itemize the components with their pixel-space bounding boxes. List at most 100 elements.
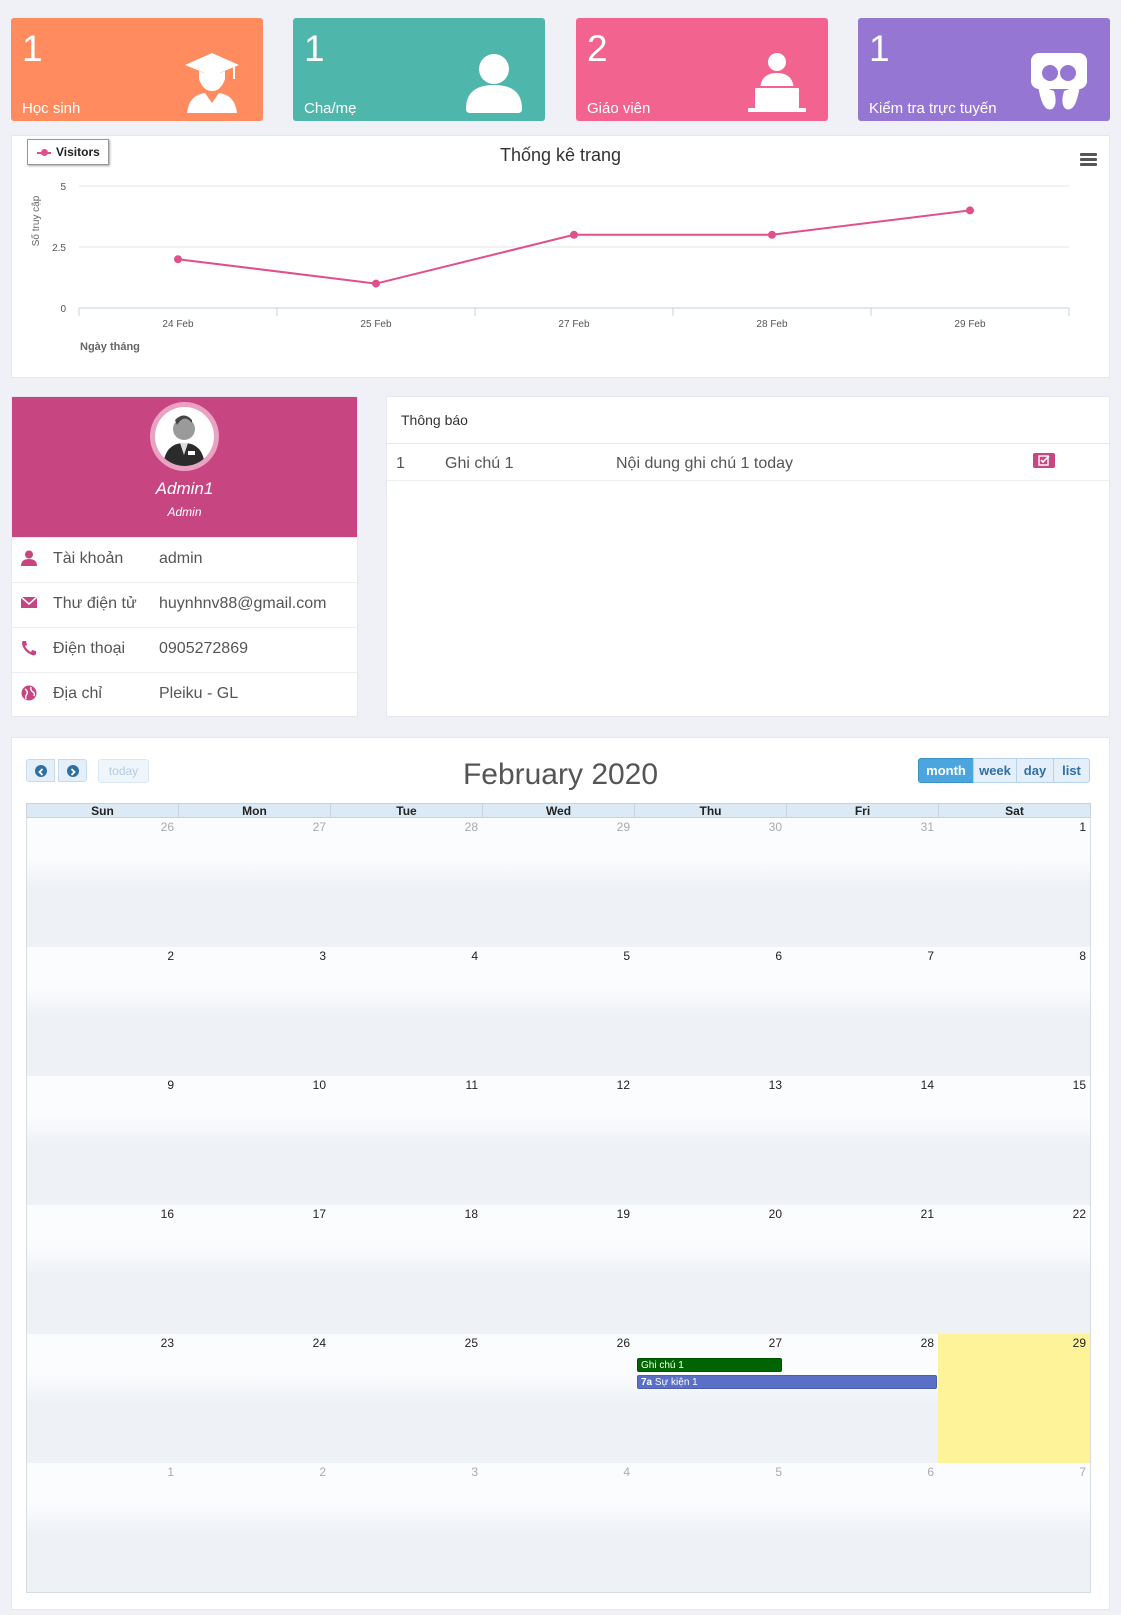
weekday-header: Sat [938,803,1091,818]
stat-tile-online-tests[interactable]: 1 Kiểm tra trực tuyến [858,18,1110,121]
calendar-day-cell[interactable]: 5 [634,1463,787,1593]
avatar[interactable] [150,402,219,471]
notice-number: 1 [396,455,405,472]
calendar-day-cell[interactable]: 2 [178,1463,331,1593]
stat-label: Giáo viên [587,100,651,117]
profile-role: Admin [167,505,202,519]
calendar-day-cell[interactable]: 3 [178,947,331,1077]
calendar-day-cell[interactable]: 30 [634,818,787,948]
weekday-header: Tue [330,803,483,818]
data-point [372,279,380,288]
calendar-day-cell[interactable]: 20 [634,1205,787,1335]
view-day-button[interactable]: day [1016,758,1054,783]
calendar-day-cell[interactable]: 4 [482,1463,635,1593]
globe-icon [21,685,37,701]
calendar-day-cell[interactable]: 23 [26,1334,179,1464]
weekday-header: Sun [26,803,179,818]
profile-key: Tài khoản [53,550,124,567]
graduate-icon [185,53,239,113]
calendar-day-cell[interactable]: 14 [786,1076,939,1206]
calendar-day-cell[interactable]: 21 [786,1205,939,1335]
calendar-day-cell[interactable]: 26 [482,1334,635,1464]
calendar-day-cell[interactable]: 16 [26,1205,179,1335]
data-point [570,230,578,239]
profile-value: admin [159,550,203,567]
calendar-day-cell[interactable]: 10 [178,1076,331,1206]
weekday-header: Mon [178,803,331,818]
calendar-day-cell[interactable]: 11 [330,1076,483,1206]
calendar-day-cell[interactable]: 12 [482,1076,635,1206]
x-tick-label: 24 Feb [162,319,194,330]
calendar-day-cell[interactable]: 29 [482,818,635,948]
calendar-day-cell[interactable]: 25 [330,1334,483,1464]
event-time: 7a [641,1377,653,1388]
edit-notice-button[interactable] [1033,453,1055,468]
x-tick-label: 29 Feb [954,319,986,330]
calendar-day-cell[interactable]: 18 [330,1205,483,1335]
view-week-button[interactable]: week [973,758,1017,783]
notice-panel: Thông báo 1 Ghi chú 1 Nội dung ghi chú 1… [386,396,1110,717]
notice-content: Nội dung ghi chú 1 today [616,455,794,472]
phone-icon [22,641,36,656]
calendar-day-cell[interactable]: 27 [178,818,331,948]
profile-key: Thư điện tử [53,595,137,612]
y-tick-label: 5 [60,182,66,193]
calendar-day-cell[interactable]: 27 [634,1334,787,1464]
calendar-day-cell[interactable]: 28 [330,818,483,948]
data-point [768,230,776,239]
user-icon [466,54,522,113]
x-tick-label: 28 Feb [756,319,788,330]
calendar-day-cell[interactable]: 6 [634,947,787,1077]
profile-value: huynhnv88@gmail.com [159,595,327,612]
view-month-button[interactable]: month [918,758,974,783]
y-tick-label: 2.5 [52,243,66,254]
calendar-day-cell[interactable]: 7 [938,1463,1091,1593]
notice-row[interactable]: 1 Ghi chú 1 Nội dung ghi chú 1 today [387,443,1109,481]
calendar-day-cell[interactable]: 13 [634,1076,787,1206]
view-list-button[interactable]: list [1053,758,1090,783]
visitor-line-chart: 0 2.5 5 24 Feb 25 Feb 27 Feb 28 Feb 29 Feb Ngày … [30,182,1070,353]
calendar-day-cell[interactable]: 7 [786,947,939,1077]
stat-tile-parents[interactable]: 1 Cha/mẹ [293,18,545,121]
profile-row-account: Tài khoản admin [12,537,357,582]
weekday-header: Fri [786,803,939,818]
calendar-day-cell[interactable]: 1 [938,818,1091,948]
calendar-day-cell[interactable]: 28 [786,1334,939,1464]
edit-check-icon [1038,455,1050,466]
calendar-day-cell[interactable]: 31 [786,818,939,948]
visitor-chart-panel: 0 2.5 5 24 Feb 25 Feb 27 Feb 28 Feb 29 Feb Ngày … [11,135,1110,378]
calendar-event[interactable]: 7a Sự kiện 1 [637,1375,937,1389]
calendar-day-cell[interactable]: 17 [178,1205,331,1335]
calendar-day-cell[interactable]: 5 [482,947,635,1077]
stat-tile-teachers[interactable]: 2 Giáo viên [576,18,828,121]
calendar-day-cell[interactable]: 26 [26,818,179,948]
calendar-day-cell[interactable]: 2 [26,947,179,1077]
x-tick-label: 25 Feb [360,319,392,330]
stat-tile-students[interactable]: 1 Học sinh [11,18,263,121]
teacher-icon [748,53,806,112]
event-title: Sự kiện 1 [654,1377,698,1388]
calendar-day-cell[interactable]: 22 [938,1205,1091,1335]
profile-header: Admin1 Admin [12,397,357,537]
profile-key: Địa chỉ [53,685,102,702]
calendar-day-cell[interactable]: 6 [786,1463,939,1593]
data-point [174,255,182,264]
weekday-header: Thu [634,803,787,818]
stat-count: 1 [869,28,890,69]
stat-count: 1 [304,28,325,69]
calendar-day-cell[interactable]: 8 [938,947,1091,1077]
calendar-day-cell[interactable]: 4 [330,947,483,1077]
calendar-day-cell[interactable]: 29 [938,1334,1091,1464]
calendar-day-cell[interactable]: 15 [938,1076,1091,1206]
calendar-event[interactable]: Ghi chú 1 [637,1358,782,1372]
profile-value: 0905272869 [159,640,248,657]
profile-name: Admin1 [155,479,214,498]
chart-menu-icon[interactable] [1080,153,1097,166]
calendar-day-cell[interactable]: 1 [26,1463,179,1593]
profile-row-address: Địa chỉ Pleiku - GL [12,672,357,717]
calendar-day-cell[interactable]: 9 [26,1076,179,1206]
stat-label: Cha/mẹ [304,100,357,117]
calendar-day-cell[interactable]: 19 [482,1205,635,1335]
calendar-day-cell[interactable]: 3 [330,1463,483,1593]
calendar-day-cell[interactable]: 24 [178,1334,331,1464]
